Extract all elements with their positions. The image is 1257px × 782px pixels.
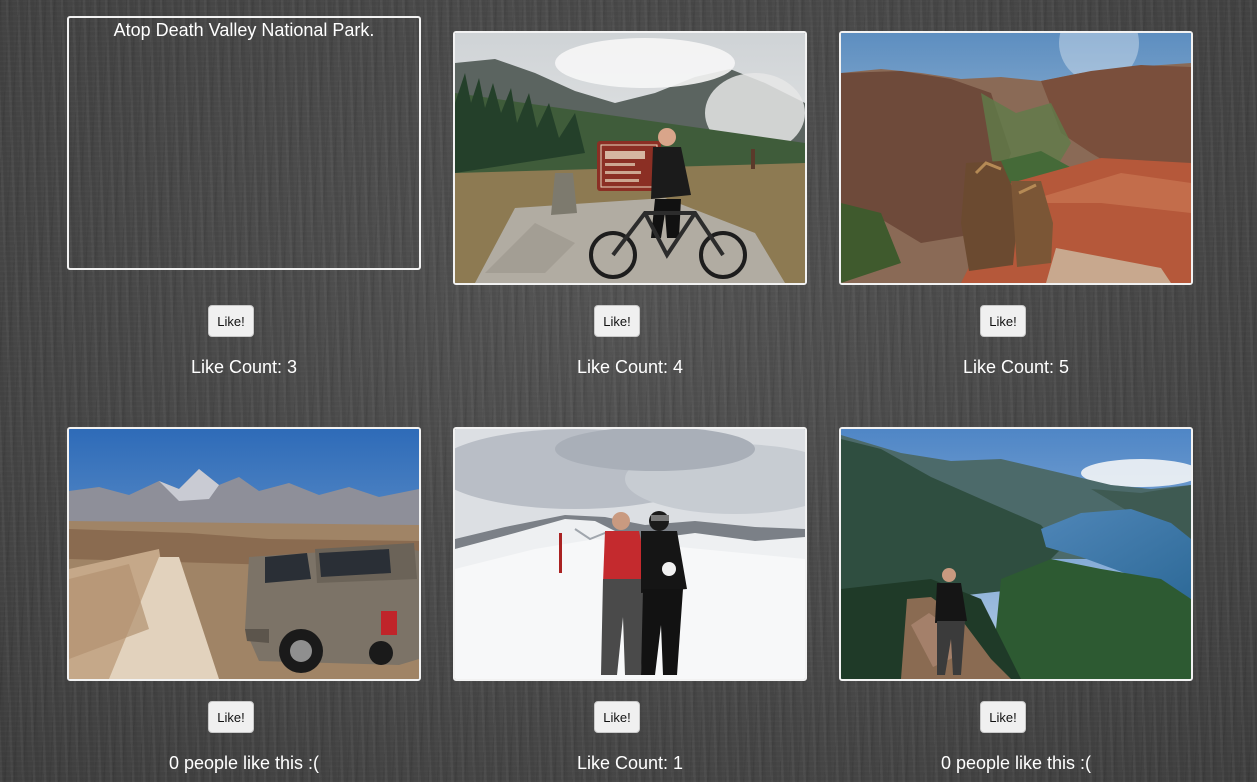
photo-frame xyxy=(67,427,421,681)
logan-pass-cyclist-photo xyxy=(455,33,805,283)
snowy-summit-photo xyxy=(455,429,805,679)
like-count-text: Like Count: 5 xyxy=(962,357,1070,377)
like-button[interactable]: Like! xyxy=(980,305,1026,337)
photo-card: Like! Like Count: 1 xyxy=(453,427,807,782)
like-button[interactable]: Like! xyxy=(208,305,254,337)
photo-card: Like! Like Count: 5 xyxy=(839,31,1193,386)
photo-frame: Atop Death Valley National Park. xyxy=(67,16,421,270)
like-button[interactable]: Like! xyxy=(594,701,640,733)
desert-road-truck-photo xyxy=(69,429,419,679)
like-count-text: Like Count: 1 xyxy=(576,753,684,773)
like-count-text: Like Count: 3 xyxy=(190,357,298,377)
lake-overlook-photo xyxy=(841,429,1191,679)
like-button[interactable]: Like! xyxy=(594,305,640,337)
like-count-text: Like Count: 4 xyxy=(576,357,684,377)
photo-card: Like! 0 people like this :( xyxy=(839,427,1193,782)
photo-gallery: Atop Death Valley National Park. Like! L… xyxy=(0,0,1257,782)
photo-frame xyxy=(839,31,1193,285)
like-button[interactable]: Like! xyxy=(208,701,254,733)
photo-frame xyxy=(453,31,807,285)
photo-frame xyxy=(839,427,1193,681)
photo-frame xyxy=(453,427,807,681)
like-button[interactable]: Like! xyxy=(980,701,1026,733)
like-count-text: 0 people like this :( xyxy=(168,753,320,773)
photo-card: Like! Like Count: 4 xyxy=(453,31,807,386)
photo-card: Like! 0 people like this :( xyxy=(67,427,421,782)
like-count-text: 0 people like this :( xyxy=(940,753,1092,773)
canyon-overlook-photo xyxy=(841,33,1191,283)
photo-card: Atop Death Valley National Park. Like! L… xyxy=(67,16,421,386)
image-alt-text: Atop Death Valley National Park. xyxy=(113,20,375,40)
